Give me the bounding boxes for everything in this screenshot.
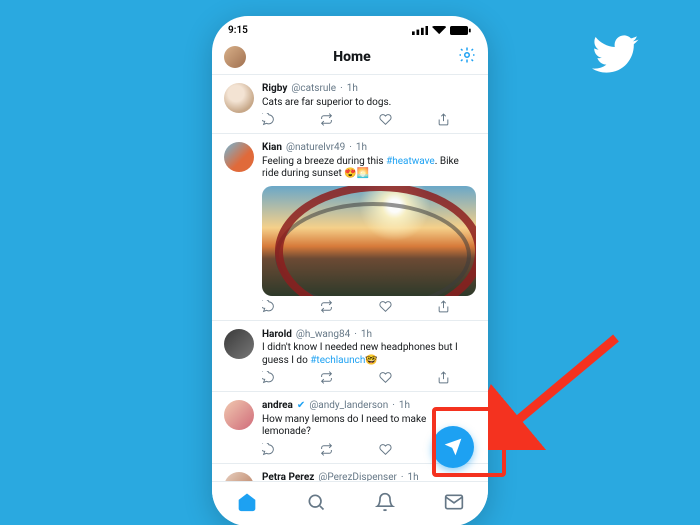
display-name[interactable]: Rigby — [262, 83, 287, 96]
tweet-media[interactable] — [262, 186, 476, 296]
tweet[interactable]: Kian @naturelvr49 · 1h Feeling a breeze … — [212, 134, 488, 321]
tweet-actions — [262, 443, 450, 456]
hashtag-link[interactable]: #techlaunch — [310, 355, 365, 366]
share-icon[interactable] — [437, 300, 450, 313]
timeline-feed[interactable]: Rigby @catsrule · 1h Cats are far superi… — [212, 75, 488, 487]
battery-icon — [450, 26, 472, 35]
user-handle[interactable]: @h_wang84 — [296, 329, 350, 342]
tweet-actions — [262, 300, 450, 313]
status-indicators — [412, 26, 472, 35]
tweet-text: Feeling a breeze during this #heatwave. … — [262, 156, 476, 181]
bottom-nav — [212, 481, 488, 525]
nav-messages[interactable] — [444, 492, 464, 516]
nav-search[interactable] — [306, 492, 326, 516]
user-handle[interactable]: @catsrule — [291, 83, 336, 96]
user-handle[interactable]: @andy_landerson — [309, 400, 388, 413]
status-bar: 9:15 — [212, 16, 488, 40]
timestamp: 1h — [356, 142, 367, 155]
wifi-icon — [432, 26, 446, 35]
phone-frame: 9:15 Home Rigby @catsru — [212, 16, 488, 525]
avatar[interactable] — [224, 329, 254, 359]
nav-notifications[interactable] — [375, 492, 395, 516]
profile-avatar[interactable] — [224, 46, 246, 68]
twitter-bird-icon — [592, 30, 640, 82]
timestamp: 1h — [399, 400, 410, 413]
timestamp: 1h — [361, 329, 372, 342]
hashtag-link[interactable]: #heatwave — [386, 156, 435, 167]
nav-home[interactable] — [237, 492, 257, 516]
mail-icon — [444, 492, 464, 512]
page-title: Home — [333, 49, 370, 65]
display-name[interactable]: andrea — [262, 400, 293, 413]
tweet-text: Cats are far superior to dogs. — [262, 97, 476, 110]
app-header: Home — [212, 40, 488, 75]
tweet[interactable]: Harold @h_wang84 · 1h I didn't know I ne… — [212, 321, 488, 393]
like-icon[interactable] — [379, 371, 392, 384]
avatar[interactable] — [224, 142, 254, 172]
reply-icon[interactable] — [262, 300, 275, 313]
tweet-text: I didn't know I needed new headphones bu… — [262, 342, 476, 367]
compose-tweet-button[interactable] — [432, 426, 474, 468]
tweet-actions — [262, 113, 450, 126]
like-icon[interactable] — [379, 443, 392, 456]
like-icon[interactable] — [379, 300, 392, 313]
top-tweets-sparkle-icon[interactable] — [458, 46, 476, 68]
reply-icon[interactable] — [262, 113, 275, 126]
share-icon[interactable] — [437, 113, 450, 126]
share-icon[interactable] — [437, 371, 450, 384]
search-icon — [306, 492, 326, 512]
bell-icon — [375, 492, 395, 512]
home-icon — [237, 492, 257, 512]
reply-icon[interactable] — [262, 371, 275, 384]
tweet[interactable]: Rigby @catsrule · 1h Cats are far superi… — [212, 75, 488, 134]
signal-icon — [412, 26, 428, 35]
status-time: 9:15 — [228, 25, 248, 36]
retweet-icon[interactable] — [320, 443, 333, 456]
like-icon[interactable] — [379, 113, 392, 126]
avatar[interactable] — [224, 400, 254, 430]
retweet-icon[interactable] — [320, 113, 333, 126]
annotation-arrow-icon — [488, 330, 628, 450]
retweet-icon[interactable] — [320, 371, 333, 384]
verified-badge-icon: ✔ — [297, 400, 305, 413]
compose-icon — [443, 437, 463, 457]
retweet-icon[interactable] — [320, 300, 333, 313]
display-name[interactable]: Kian — [262, 142, 282, 155]
timestamp: 1h — [347, 83, 358, 96]
tweet-actions — [262, 371, 450, 384]
reply-icon[interactable] — [262, 443, 275, 456]
display-name[interactable]: Harold — [262, 329, 292, 342]
user-handle[interactable]: @naturelvr49 — [286, 142, 345, 155]
avatar[interactable] — [224, 83, 254, 113]
